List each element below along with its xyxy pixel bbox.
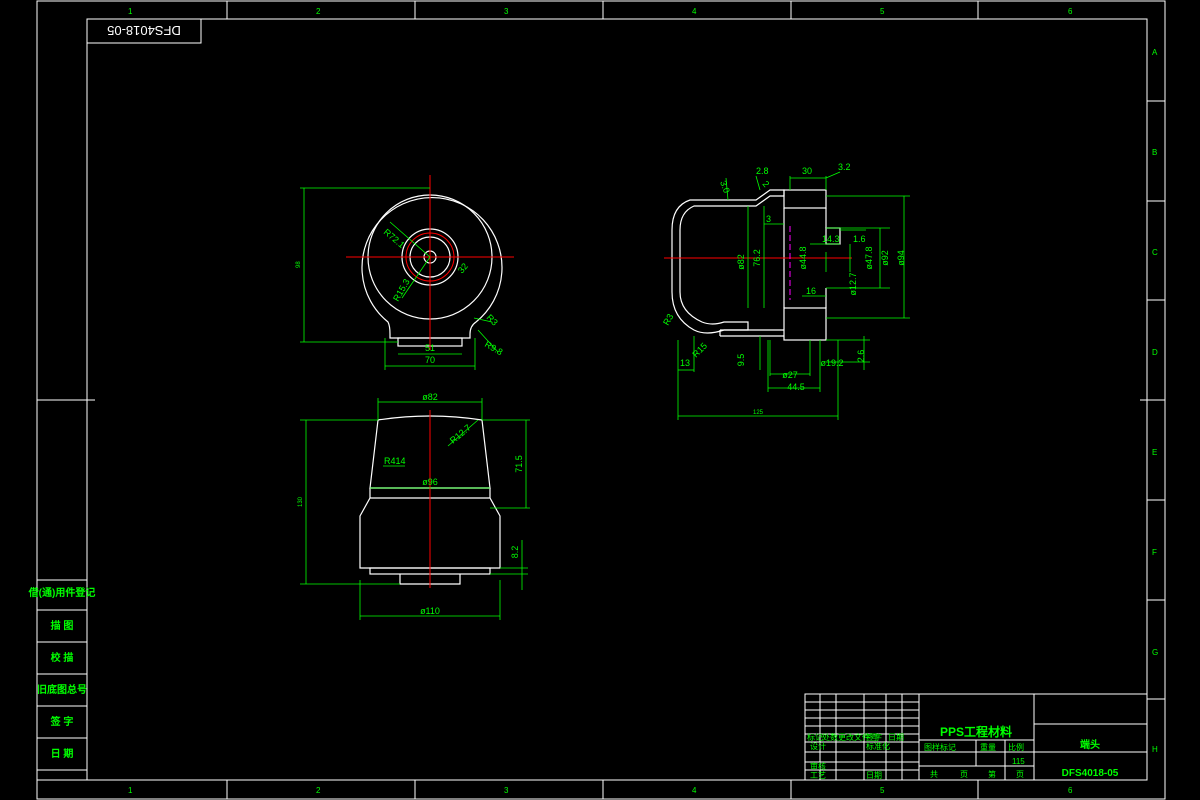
- tb-role: 审核: [810, 761, 826, 771]
- dim-label: R12.7: [448, 422, 473, 445]
- record-label: 校 描: [51, 651, 74, 664]
- col-label: 3: [504, 786, 509, 795]
- dim-label: 125: [753, 410, 764, 416]
- dim-label: R3: [485, 312, 500, 327]
- row-label: H: [1152, 745, 1158, 754]
- tb-header: 比例: [1008, 742, 1024, 752]
- dim-label: ø19.2: [820, 358, 843, 368]
- tb-header: 日期: [888, 733, 904, 742]
- dim-label: 1.6: [853, 234, 866, 244]
- col-label: 6: [1068, 786, 1073, 795]
- title-block: 标记 处数 更改文件号 签字 日期 设计 标准化 审核 工艺 日期 图样标记 重…: [804, 693, 1148, 781]
- dim-label: 98: [296, 261, 302, 268]
- dim-label: R72.1: [382, 227, 407, 250]
- drawing-number-box: DFS4018-05: [86, 18, 202, 44]
- dim-label: 3.0: [718, 179, 732, 194]
- dim-label: 9.5: [736, 354, 746, 367]
- record-label: 借(通)用件登记: [28, 586, 96, 599]
- dim-label: 44.5: [787, 382, 805, 392]
- dim-label: 2.6: [856, 350, 866, 363]
- dim-label: 71.5: [514, 455, 524, 473]
- dim-label: 76.2: [752, 249, 762, 267]
- dim-label: ø27: [782, 370, 798, 380]
- dim-label: ø44.8: [798, 246, 808, 269]
- col-label: 5: [880, 786, 885, 795]
- left-record-table: 借(通)用件登记 描 图 校 描 旧底图总号 签 字 日 期: [28, 579, 96, 781]
- tb-header: 重量: [980, 742, 996, 752]
- tb-role: 标准化: [866, 741, 890, 751]
- dim-label: ø12.7: [848, 272, 858, 295]
- dim-label: R414: [384, 456, 406, 466]
- dim-label: ø82: [736, 254, 746, 270]
- tb-header: 签字: [866, 732, 882, 742]
- tb-sheet: 第: [988, 769, 996, 779]
- tb-header: 处数: [822, 732, 838, 742]
- row-label: C: [1152, 248, 1158, 257]
- front-view: ø82 R12.7 R414 ø96 71.5 130 8.2 ø110: [298, 392, 530, 620]
- tb-sheet: 页: [960, 770, 968, 779]
- row-label: A: [1152, 48, 1158, 57]
- dim-label: ø110: [420, 606, 440, 616]
- row-label: E: [1152, 448, 1157, 457]
- tb-drawing-no: DFS4018-05: [1062, 768, 1119, 779]
- row-label: F: [1152, 548, 1157, 557]
- record-label: 描 图: [51, 619, 74, 632]
- tb-part-name: 端头: [1080, 738, 1100, 751]
- row-label: D: [1152, 348, 1158, 357]
- drawing-number-rotated: DFS4018-05: [107, 23, 181, 38]
- col-label: 6: [1068, 7, 1073, 16]
- sheet-frame: [36, 0, 1166, 800]
- col-label: 5: [880, 7, 885, 16]
- dim-label: R15: [690, 341, 709, 360]
- col-label: 2: [316, 7, 321, 16]
- dim-label: ø82: [422, 392, 438, 402]
- dim-label: 70: [425, 355, 435, 365]
- col-label: 1: [128, 786, 133, 795]
- dim-label: R15.3: [391, 277, 412, 303]
- dim-label: ø92: [880, 250, 890, 266]
- tb-header: 图样标记: [924, 742, 956, 752]
- dim-label: ø94: [896, 250, 906, 266]
- dim-label: 2.8: [756, 166, 769, 176]
- dim-label: 130: [298, 496, 304, 507]
- dim-label: 51: [425, 343, 435, 353]
- row-label: B: [1152, 148, 1157, 157]
- tb-weight: 115: [1012, 757, 1025, 766]
- dim-label: 3.2: [838, 162, 851, 172]
- dim-label: R3: [661, 312, 675, 327]
- col-label: 4: [692, 786, 697, 795]
- dim-label: 13: [680, 358, 690, 368]
- record-label: 日 期: [51, 747, 74, 760]
- dim-label: 32: [456, 261, 470, 275]
- col-label: 2: [316, 786, 321, 795]
- dim-label: 3: [766, 214, 771, 224]
- record-label: 旧底图总号: [37, 683, 87, 696]
- tb-header: 标记: [807, 732, 823, 742]
- tb-material: PPS工程材料: [940, 724, 1012, 739]
- dim-label: 16: [806, 286, 816, 296]
- side-view: R72.1 R15.3 32 R3 R9.8 51 70 98: [296, 175, 514, 370]
- section-view: 3.0 2.8 2 30 3.2 ø82 76.2 3 14.3 1.6 ø44…: [661, 162, 910, 420]
- dim-label: 30: [802, 166, 812, 176]
- tb-sheet: 页: [1016, 770, 1024, 779]
- row-label: G: [1152, 648, 1158, 657]
- dim-label: 2: [760, 179, 771, 189]
- dim-label: 8.2: [510, 546, 520, 559]
- record-label: 签 字: [50, 715, 74, 728]
- tb-sheet: 共: [930, 770, 938, 779]
- col-label: 1: [128, 7, 133, 16]
- col-label: 4: [692, 7, 697, 16]
- tb-role: 工艺: [810, 771, 826, 780]
- tb-role: 日期: [866, 771, 882, 780]
- drawing-sheet: 1 2 3 4 5 6 1 2 3 4 5 6 A B C D E F G H …: [28, 0, 1166, 800]
- col-label: 3: [504, 7, 509, 16]
- dim-label: ø47.8: [864, 246, 874, 269]
- zone-labels: 1 2 3 4 5 6 1 2 3 4 5 6 A B C D E F G H: [128, 7, 1158, 795]
- dim-label: ø96: [422, 477, 438, 487]
- dim-label: R9.8: [483, 339, 504, 357]
- dim-label: 14.3: [822, 234, 840, 244]
- zone-grid: [37, 1, 1165, 799]
- tb-role: 设计: [810, 741, 826, 751]
